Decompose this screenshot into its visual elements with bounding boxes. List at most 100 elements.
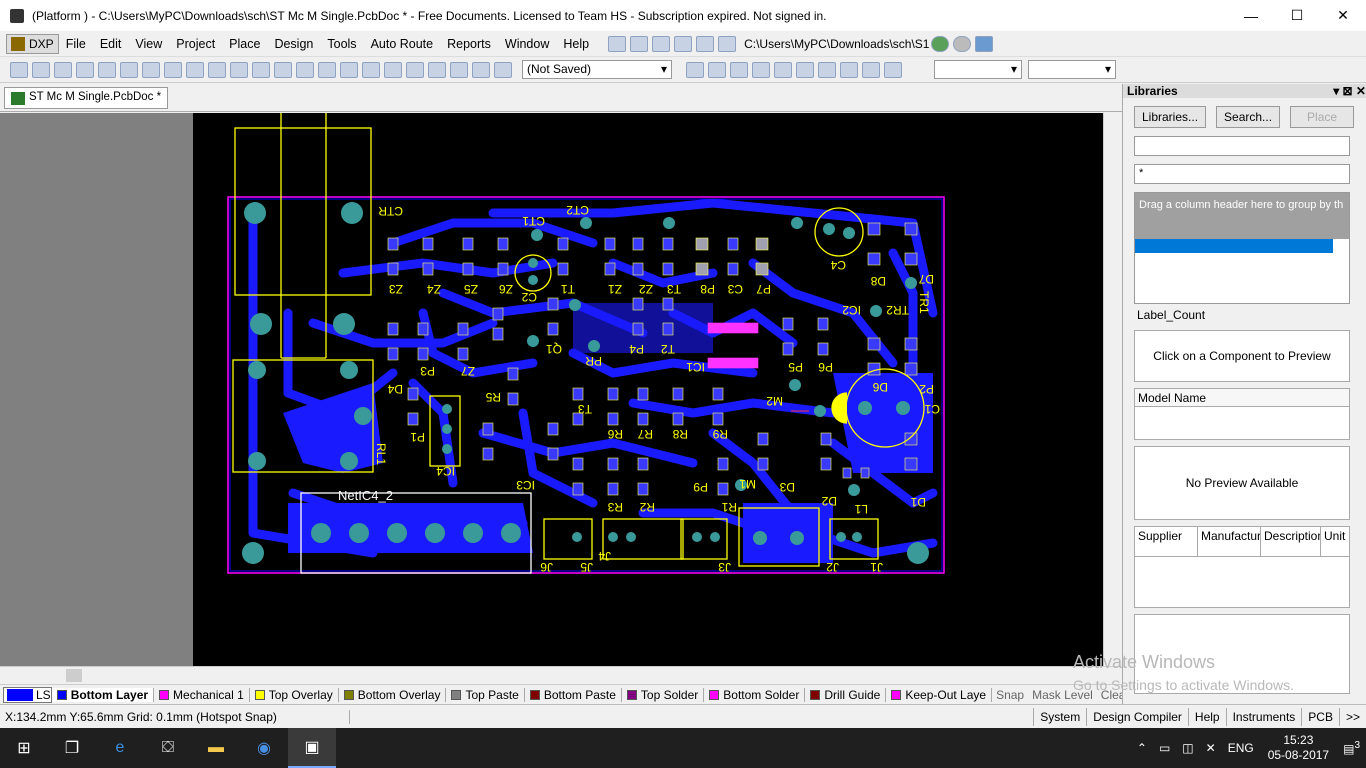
- menu-place[interactable]: Place: [222, 37, 267, 51]
- room-icon[interactable]: [696, 35, 715, 52]
- filter-dropdown-1[interactable]: ▾: [934, 60, 1022, 79]
- zoom-selected-icon[interactable]: [208, 61, 226, 78]
- maximize-button[interactable]: ☐: [1274, 0, 1320, 31]
- menu-project[interactable]: Project: [169, 37, 222, 51]
- col-description[interactable]: Description: [1261, 527, 1321, 556]
- fill-icon[interactable]: [818, 61, 836, 78]
- zoom-fit-icon[interactable]: [164, 61, 182, 78]
- dxp-menu[interactable]: DXP: [6, 33, 59, 54]
- edge-icon[interactable]: e: [96, 728, 144, 768]
- board-icon[interactable]: [142, 61, 160, 78]
- menu-view[interactable]: View: [128, 37, 169, 51]
- menu-auto-route[interactable]: Auto Route: [364, 37, 441, 51]
- pcb-board-drawing[interactable]: CTR CT1 CT2 C4 C2 Z3 Z4 Z5 Z6 T1 Z1 Z2 T…: [193, 113, 1103, 666]
- layer-tab-bottom-overlay[interactable]: Bottom Overlay: [339, 687, 447, 702]
- component-filter-input[interactable]: *: [1134, 164, 1350, 184]
- place-button[interactable]: Place: [1290, 106, 1355, 128]
- component-list[interactable]: Drag a column header here to group by th: [1134, 192, 1350, 304]
- align-icon[interactable]: [630, 35, 649, 52]
- menu-help[interactable]: Help: [556, 37, 596, 51]
- diff-pair-icon[interactable]: [708, 61, 726, 78]
- save-icon[interactable]: [54, 61, 72, 78]
- via-icon[interactable]: [774, 61, 792, 78]
- layer-set-button[interactable]: LS: [3, 686, 52, 703]
- document-tab[interactable]: ST Mc M Single.PcbDoc *: [4, 87, 169, 109]
- select-rect-icon[interactable]: [340, 61, 358, 78]
- libraries-button[interactable]: Libraries...: [1134, 106, 1207, 128]
- deselect-icon[interactable]: [406, 61, 424, 78]
- layer-tab-top-overlay[interactable]: Top Overlay: [250, 687, 339, 702]
- move-icon[interactable]: [362, 61, 380, 78]
- route-icon[interactable]: [686, 61, 704, 78]
- menu-tools[interactable]: Tools: [320, 37, 363, 51]
- paste-icon[interactable]: [296, 61, 314, 78]
- print-icon[interactable]: [76, 61, 94, 78]
- canvas-vertical-scrollbar[interactable]: [1103, 113, 1121, 666]
- col-supplier[interactable]: Supplier: [1135, 527, 1198, 556]
- network-icon[interactable]: ◫: [1176, 741, 1199, 755]
- snap-button[interactable]: Snap: [992, 688, 1028, 702]
- layer-tab-mechanical-1[interactable]: Mechanical 1: [154, 687, 250, 702]
- cut-icon[interactable]: [252, 61, 270, 78]
- open-icon[interactable]: [32, 61, 50, 78]
- string-icon[interactable]: [862, 61, 880, 78]
- redo-icon[interactable]: [450, 61, 468, 78]
- component-icon[interactable]: [884, 61, 902, 78]
- layer-tab-top-solder[interactable]: Top Solder: [622, 687, 705, 702]
- volume-icon[interactable]: ✕: [1200, 741, 1222, 755]
- select-icon[interactable]: [652, 35, 671, 52]
- pad-icon[interactable]: [752, 61, 770, 78]
- search-button[interactable]: Search...: [1216, 106, 1281, 128]
- layer-tab-bottom-solder[interactable]: Bottom Solder: [704, 687, 806, 702]
- cross-probe-icon[interactable]: [472, 61, 490, 78]
- minimize-button[interactable]: —: [1228, 0, 1274, 31]
- close-button[interactable]: ✕: [1320, 0, 1366, 31]
- path-field[interactable]: C:\Users\MyPC\Downloads\sch\S1: [744, 37, 929, 51]
- new-icon[interactable]: [10, 61, 28, 78]
- status-instruments-button[interactable]: Instruments: [1225, 707, 1302, 726]
- status-help-button[interactable]: Help: [1187, 707, 1226, 726]
- filter-dropdown-2[interactable]: ▾: [1028, 60, 1116, 79]
- pcb-canvas[interactable]: CTR CT1 CT2 C4 C2 Z3 Z4 Z5 Z6 T1 Z1 Z2 T…: [193, 113, 1103, 666]
- notification-icon[interactable]: ▤3: [1337, 740, 1366, 756]
- layer-tab-bottom-layer[interactable]: Bottom Layer: [51, 687, 155, 702]
- language-indicator[interactable]: ENG: [1222, 741, 1260, 755]
- zoom-filtered-icon[interactable]: [230, 61, 248, 78]
- rubber-stamp-icon[interactable]: [318, 61, 336, 78]
- copy-icon[interactable]: [274, 61, 292, 78]
- ruler-icon[interactable]: [674, 35, 693, 52]
- print-preview-icon[interactable]: [98, 61, 116, 78]
- menu-file[interactable]: File: [59, 37, 93, 51]
- chrome-icon[interactable]: ◉: [240, 728, 288, 768]
- cross-select-icon[interactable]: [384, 61, 402, 78]
- forward-icon[interactable]: [953, 35, 972, 52]
- layer-tab-top-paste[interactable]: Top Paste: [446, 687, 525, 702]
- scroll-thumb[interactable]: [66, 669, 82, 682]
- back-icon[interactable]: [931, 35, 950, 52]
- multi-route-icon[interactable]: [730, 61, 748, 78]
- library-select[interactable]: [1134, 136, 1350, 156]
- variant-dropdown[interactable]: (Not Saved) ▾: [522, 60, 672, 79]
- status-design-compiler-button[interactable]: Design Compiler: [1086, 707, 1188, 726]
- tray-chevron-icon[interactable]: ⌃: [1131, 741, 1153, 755]
- layer-tab-bottom-paste[interactable]: Bottom Paste: [525, 687, 622, 702]
- home-icon[interactable]: [975, 35, 994, 52]
- windows-start-icon[interactable]: ⊞: [0, 728, 48, 768]
- canvas-horizontal-scrollbar[interactable]: [0, 666, 1121, 684]
- file-explorer-icon[interactable]: ▬: [192, 728, 240, 768]
- status-system-button[interactable]: System: [1033, 707, 1086, 726]
- menu-design[interactable]: Design: [267, 37, 320, 51]
- task-view-icon[interactable]: ❐: [48, 728, 96, 768]
- menu-edit[interactable]: Edit: [93, 37, 129, 51]
- battery-icon[interactable]: ▭: [1153, 741, 1176, 755]
- col-unit[interactable]: Unit: [1321, 527, 1349, 556]
- clock[interactable]: 15:23 05-08-2017: [1260, 733, 1337, 763]
- store-icon[interactable]: ⛋: [144, 728, 192, 768]
- undo-icon[interactable]: [428, 61, 446, 78]
- arc-icon[interactable]: [796, 61, 814, 78]
- altium-taskbar-icon[interactable]: ▣: [288, 728, 336, 768]
- col-manufacturer[interactable]: Manufacture: [1198, 527, 1261, 556]
- status-pcb-button[interactable]: PCB: [1301, 707, 1339, 726]
- browse-icon[interactable]: [494, 61, 512, 78]
- layer-tab-drill-guide[interactable]: Drill Guide: [805, 687, 887, 702]
